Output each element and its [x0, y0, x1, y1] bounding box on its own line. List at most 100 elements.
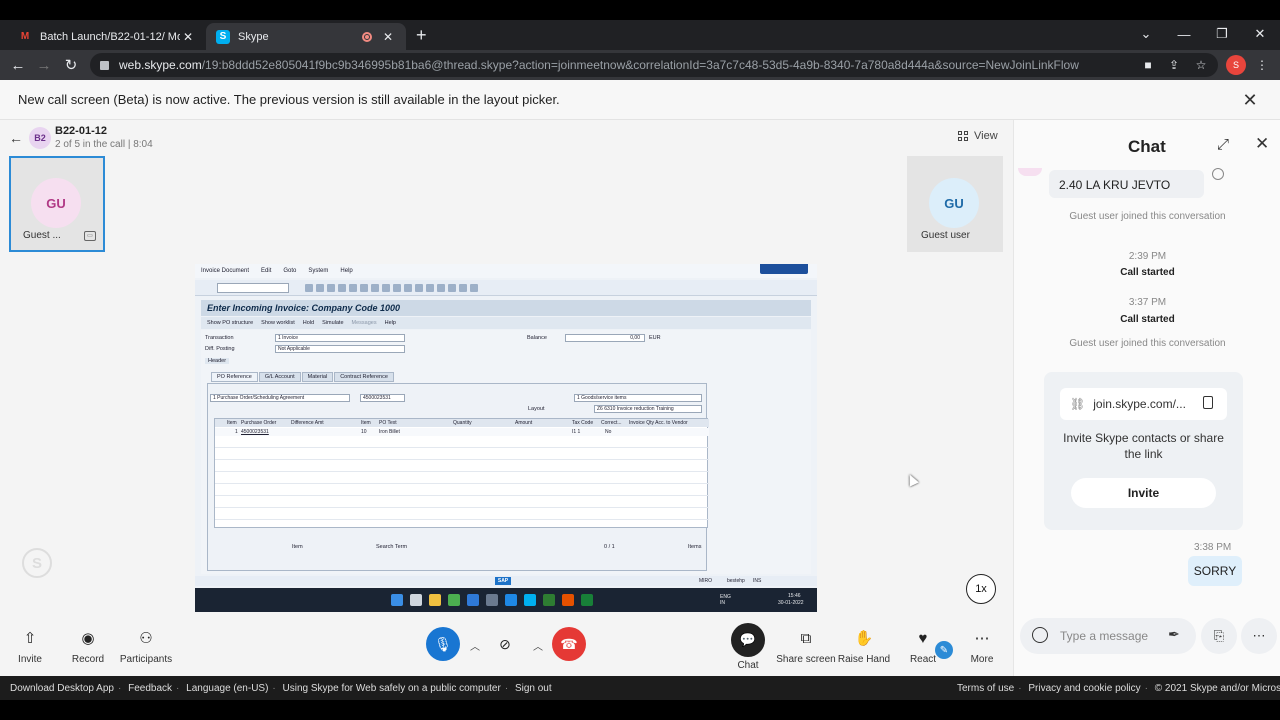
lock-icon: [100, 60, 109, 70]
address-bar[interactable]: web.skype.com/19:b8ddd52e805041f9bc9b346…: [90, 53, 1218, 77]
browser-toolbar: ← → ↻ web.skype.com/19:b8ddd52e805041f9b…: [0, 50, 1280, 80]
invite-button[interactable]: Invite: [1071, 478, 1216, 508]
footer-link[interactable]: Using Skype for Web safely on a public c…: [283, 683, 501, 694]
footer-links-right: Terms of use · Privacy and cookie policy ·…: [957, 683, 1280, 694]
record-icon: ◉: [81, 630, 95, 647]
pencil-icon[interactable]: ✎: [935, 641, 953, 659]
footer-link[interactable]: Terms of use: [957, 683, 1014, 694]
raise-hand-button[interactable]: ✋ Raise Hand: [834, 628, 894, 665]
recording-icon: [362, 31, 372, 42]
system-time: 3:37 PM: [1128, 297, 1167, 308]
more-dots-icon: ⋯: [1252, 628, 1266, 643]
minimize-icon[interactable]: —: [1166, 20, 1202, 48]
invite-link-text: join.skype.com/...: [1093, 397, 1186, 411]
tab-skype[interactable]: S Skype ✕: [206, 23, 406, 50]
mute-button[interactable]: 🎙: [426, 627, 460, 661]
control-label: Participants: [119, 654, 173, 665]
message-composer[interactable]: Type a message ✒: [1020, 618, 1196, 654]
link-icon: ⛓: [1070, 397, 1086, 411]
system-message: Guest user joined this conversation: [1069, 338, 1226, 349]
beta-notice-bar: New call screen (Beta) is now active. Th…: [0, 80, 1280, 120]
screen: M Batch Launch/B22-01-12/ Modul... ✕ S S…: [0, 0, 1280, 720]
profile-avatar[interactable]: S: [1226, 55, 1246, 75]
video-off-icon: ⊘: [499, 635, 511, 652]
copy-icon[interactable]: [1203, 396, 1213, 409]
close-icon[interactable]: ✕: [1255, 134, 1269, 154]
sap-screen-title: Enter Incoming Invoice: Company Code 100…: [201, 300, 811, 316]
participant-tile[interactable]: GU Guest ... ▭: [9, 156, 105, 252]
sap-po-field: 4500023531: [360, 394, 405, 402]
sap-toolbar-icons: [305, 284, 478, 292]
control-label: More: [970, 654, 994, 665]
share-upload-icon: ⇧: [23, 630, 37, 647]
close-icon[interactable]: ✕: [380, 30, 396, 44]
sap-label: Layout: [528, 406, 545, 412]
chat-message: 2.40 LA KRU JEVTO: [1049, 170, 1204, 198]
sap-tabs: PO Reference G/L Account Material Contra…: [211, 372, 394, 382]
attach-file-button[interactable]: ⎘: [1201, 618, 1237, 654]
expand-icon[interactable]: ⤢: [1217, 136, 1229, 153]
more-button[interactable]: ⋯ More: [952, 628, 1012, 665]
invite-button[interactable]: ⇧ Invite: [0, 628, 60, 665]
share-icon[interactable]: ⇪: [1164, 55, 1184, 75]
hang-up-button[interactable]: ☎: [552, 627, 586, 661]
camera-icon[interactable]: ■: [1138, 55, 1158, 75]
view-label: View: [974, 130, 998, 142]
react-smile-icon[interactable]: [1212, 168, 1224, 180]
grid-icon: [958, 131, 968, 141]
footer-link[interactable]: Language (en-US): [186, 683, 268, 694]
reload-icon[interactable]: ↻: [61, 55, 81, 75]
footer-link[interactable]: Feedback: [128, 683, 172, 694]
chevron-up-icon[interactable]: ︿: [470, 638, 480, 653]
back-arrow-icon[interactable]: ←: [9, 130, 23, 146]
restore-icon[interactable]: ❐: [1204, 20, 1240, 48]
forward-arrow-icon[interactable]: →: [34, 55, 54, 75]
playback-speed-button[interactable]: 1x: [966, 574, 996, 604]
chat-button[interactable]: 💬 Chat: [718, 623, 778, 671]
bookmark-star-icon[interactable]: ☆: [1191, 55, 1211, 75]
chevron-up-icon[interactable]: ︿: [533, 638, 543, 653]
call-stage: ← B2 B22-01-12 2 of 5 in the call | 8:04…: [0, 120, 1013, 676]
emoji-icon[interactable]: [1032, 627, 1048, 643]
share-screen-button[interactable]: ⧉ Share screen: [776, 628, 836, 666]
new-tab-button[interactable]: +: [416, 26, 427, 44]
sap-body: Transaction 1 Invoice Diff. Posting Not …: [201, 330, 811, 574]
url-host: web.skype.com: [119, 58, 202, 72]
heart-icon: ♥: [918, 629, 928, 647]
table-header: Item Purchase Order Difference Amt Item …: [215, 419, 709, 427]
sap-dropdown: Not Applicable: [275, 345, 405, 353]
system-message: Call started: [1120, 314, 1175, 325]
sap-menu-item: Invoice Document: [201, 268, 250, 274]
window-close-icon[interactable]: ✕: [1242, 20, 1278, 48]
back-arrow-icon[interactable]: ←: [8, 55, 28, 75]
footer-link[interactable]: Privacy and cookie policy: [1028, 683, 1140, 694]
participant-tile[interactable]: GU Guest user: [907, 156, 1003, 252]
mouse-cursor-icon: [905, 472, 919, 487]
invite-link[interactable]: ⛓ join.skype.com/...: [1060, 388, 1227, 420]
tab-gmail[interactable]: M Batch Launch/B22-01-12/ Modul... ✕: [8, 23, 206, 50]
view-button[interactable]: View: [958, 130, 998, 142]
video-toggle-button[interactable]: ⊘: [488, 627, 522, 661]
shared-screen: Invoice Document Edit Goto System Help E…: [195, 264, 817, 612]
letterbox-bottom: [0, 700, 1280, 720]
participant-name: Guest user: [921, 230, 970, 241]
close-icon[interactable]: ✕: [1240, 90, 1260, 110]
more-options-button[interactable]: ⋯: [1241, 618, 1277, 654]
footer-link[interactable]: Download Desktop App: [10, 683, 114, 694]
footer-link[interactable]: Sign out: [515, 683, 552, 694]
format-pen-icon[interactable]: ✒: [1168, 626, 1180, 643]
sap-po-panel: 1 Purchase Order/Scheduling Agreement 45…: [207, 383, 709, 571]
browser-menu-icon[interactable]: ⋮: [1252, 55, 1272, 75]
avatar: GU: [31, 178, 81, 228]
skype-icon: S: [216, 29, 230, 44]
control-label: Share screen: [776, 654, 836, 665]
record-button[interactable]: ◉ Record: [58, 628, 118, 665]
participants-button[interactable]: ⚇ Participants: [116, 628, 176, 665]
sap-currency: EUR: [649, 335, 661, 341]
close-icon[interactable]: ✕: [180, 30, 196, 44]
sap-tab: Contract Reference: [334, 372, 394, 382]
tab-search-icon[interactable]: ⌄: [1128, 20, 1164, 48]
sap-menubar: Invoice Document Edit Goto System Help: [195, 264, 817, 278]
page-footer: Download Desktop App · Feedback · Language…: [0, 676, 1280, 700]
chat-bubble-icon: 💬: [731, 623, 765, 657]
